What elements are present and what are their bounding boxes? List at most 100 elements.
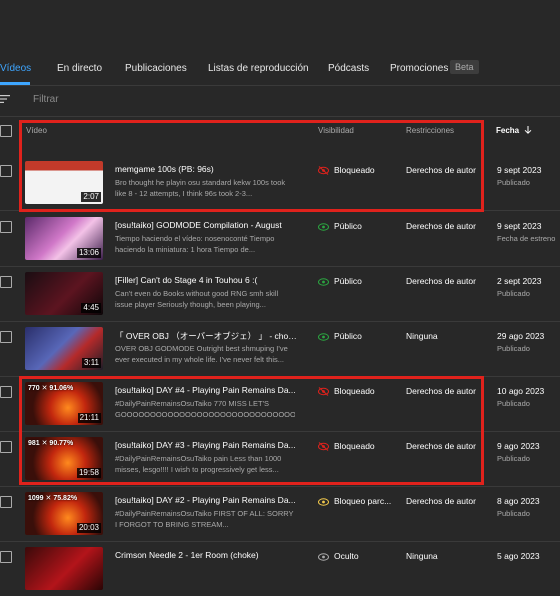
video-thumbnail[interactable]: 2:07 xyxy=(25,161,103,204)
date-cell: 29 ago 2023 xyxy=(497,331,545,341)
date-status: Publicado xyxy=(497,509,530,518)
tab-promotions[interactable]: Promociones xyxy=(390,63,448,74)
visibility-label: Bloqueado xyxy=(334,441,375,451)
visibility-cell[interactable]: Público xyxy=(318,221,362,231)
eye-icon xyxy=(318,221,334,231)
video-title[interactable]: [osu!taiko] DAY #3 - Playing Pain Remain… xyxy=(115,440,300,450)
date-status: Fecha de estreno xyxy=(497,234,556,243)
video-duration: 19:58 xyxy=(76,468,101,478)
beta-badge: Beta xyxy=(450,60,479,74)
filter-input[interactable]: Filtrar xyxy=(33,94,59,105)
row-checkbox[interactable] xyxy=(0,386,12,398)
video-title[interactable]: 「 OVER OBJ （オーバーオブジェ） 」 - choke... xyxy=(115,330,300,342)
table-row[interactable]: 770 ✕ 91.06% 21:11 [osu!taiko] DAY #4 - Pl… xyxy=(0,376,560,431)
select-all-checkbox[interactable] xyxy=(0,125,12,137)
column-video: Vídeo xyxy=(26,126,47,135)
video-thumbnail[interactable]: 4:45 xyxy=(25,272,103,315)
table-row[interactable]: 4:45 [Filler] Can't do Stage 4 in Touhou … xyxy=(0,266,560,321)
video-thumbnail[interactable]: 981 ✕ 90.77% 19:58 xyxy=(25,437,103,480)
visibility-label: Bloqueado xyxy=(334,165,375,175)
tab-podcasts[interactable]: Pódcasts xyxy=(328,63,369,74)
visibility-cell[interactable]: Bloqueado xyxy=(318,441,375,451)
video-duration: 3:11 xyxy=(82,358,101,368)
table-header: Vídeo Visibilidad Restricciones Fecha xyxy=(0,116,560,146)
visibility-label: Público xyxy=(334,331,362,341)
partial-block-icon xyxy=(318,496,334,506)
video-duration: 13:06 xyxy=(76,248,101,258)
table-row[interactable]: 981 ✕ 90.77% 19:58 [osu!taiko] DAY #3 - Pl… xyxy=(0,431,560,486)
visibility-cell[interactable]: Bloqueado xyxy=(318,386,375,396)
video-thumbnail[interactable]: 770 ✕ 91.06% 21:11 xyxy=(25,382,103,425)
row-checkbox[interactable] xyxy=(0,496,12,508)
video-duration: 4:45 xyxy=(81,303,101,313)
row-checkbox[interactable] xyxy=(0,221,12,233)
video-title[interactable]: [Filler] Can't do Stage 4 in Touhou 6 :( xyxy=(115,275,300,285)
video-description: #DailyPainRemainsOsuTaiko FIRST OF ALL: … xyxy=(115,509,294,529)
video-thumbnail[interactable]: 13:06 xyxy=(25,217,103,260)
restrictions-cell[interactable]: Derechos de autor xyxy=(406,386,476,396)
video-thumbnail[interactable]: 1099 ✕ 75.82% 20:03 xyxy=(25,492,103,535)
date-status: Publicado xyxy=(497,454,530,463)
tab-videos[interactable]: Vídeos xyxy=(0,63,31,74)
visibility-label: Público xyxy=(334,276,362,286)
visibility-cell[interactable]: Bloqueo parc... xyxy=(318,496,391,506)
visibility-cell[interactable]: Público xyxy=(318,331,362,341)
table-row[interactable]: 2:07 memgame 100s (PB: 96s) Bro thought he… xyxy=(0,155,560,210)
column-date[interactable]: Fecha xyxy=(496,126,532,135)
table-row[interactable]: 1099 ✕ 75.82% 20:03 [osu!taiko] DAY #2 - P… xyxy=(0,486,560,541)
video-duration: 20:03 xyxy=(76,523,101,533)
video-title[interactable]: memgame 100s (PB: 96s) xyxy=(115,164,300,174)
tab-playlists[interactable]: Listas de reproducción xyxy=(208,63,309,74)
arrow-down-icon xyxy=(525,126,532,134)
video-title[interactable]: [osu!taiko] DAY #4 - Playing Pain Remain… xyxy=(115,385,300,395)
column-date-label: Fecha xyxy=(496,126,520,135)
video-description xyxy=(115,563,295,585)
table-row[interactable]: 3:11 「 OVER OBJ （オーバーオブジェ） 」 - choke... OV… xyxy=(0,321,560,376)
video-thumbnail[interactable]: 3:11 xyxy=(25,327,103,370)
video-description: Can't even do Books without good RNG smh… xyxy=(115,289,279,309)
thumbnail-score: 770 ✕ 91.06% xyxy=(28,385,74,392)
restrictions-cell[interactable]: Ninguna xyxy=(406,331,438,341)
table-row[interactable]: Crimson Needle 2 - 1er Room (choke) Ocult… xyxy=(0,541,560,596)
video-title[interactable]: [osu!taiko] DAY #2 - Playing Pain Remain… xyxy=(115,495,300,505)
visibility-label: Bloqueado xyxy=(334,386,375,396)
date-cell: 9 sept 2023 xyxy=(497,221,542,231)
eye-icon xyxy=(318,331,334,341)
restrictions-cell[interactable]: Derechos de autor xyxy=(406,165,476,175)
video-title[interactable]: Crimson Needle 2 - 1er Room (choke) xyxy=(115,550,300,560)
row-checkbox[interactable] xyxy=(0,331,12,343)
video-thumbnail[interactable] xyxy=(25,547,103,590)
tab-posts[interactable]: Publicaciones xyxy=(125,63,187,74)
row-checkbox[interactable] xyxy=(0,441,12,453)
visibility-label: Público xyxy=(334,221,362,231)
table-row[interactable]: 13:06 [osu!taiko] GODMODE Compilation - A… xyxy=(0,211,560,266)
row-checkbox[interactable] xyxy=(0,165,12,177)
restrictions-cell[interactable]: Derechos de autor xyxy=(406,221,476,231)
date-status: Publicado xyxy=(497,289,530,298)
visibility-cell[interactable]: Bloqueado xyxy=(318,165,375,175)
column-restrictions: Restricciones xyxy=(406,126,455,135)
thumbnail-score: 981 ✕ 90.77% xyxy=(28,440,74,447)
visibility-cell[interactable]: Público xyxy=(318,276,362,286)
restrictions-cell[interactable]: Derechos de autor xyxy=(406,496,476,506)
column-visibility: Visibilidad xyxy=(318,126,354,135)
thumbnail-score: 1099 ✕ 75.82% xyxy=(28,495,78,502)
video-duration: 21:11 xyxy=(77,413,101,423)
eye-icon xyxy=(318,276,334,286)
video-duration: 2:07 xyxy=(81,192,101,202)
tab-live[interactable]: En directo xyxy=(57,63,102,74)
video-description: OVER OBJ GODMODE Outright best shmuping … xyxy=(115,344,288,364)
date-cell: 9 sept 2023 xyxy=(497,165,542,175)
filter-icon[interactable] xyxy=(0,94,10,104)
visibility-label: Bloqueo parc... xyxy=(334,496,392,506)
restrictions-cell[interactable]: Derechos de autor xyxy=(406,441,476,451)
video-description: Bro thought he playin osu standard kekw … xyxy=(115,178,286,198)
date-status: Publicado xyxy=(497,344,530,353)
restrictions-cell[interactable]: Derechos de autor xyxy=(406,276,476,286)
row-checkbox[interactable] xyxy=(0,551,12,563)
blocked-eye-icon xyxy=(318,165,334,175)
video-description: Tiempo haciendo el vídeo: nosenoconté Ti… xyxy=(115,234,275,254)
row-checkbox[interactable] xyxy=(0,276,12,288)
video-title[interactable]: [osu!taiko] GODMODE Compilation - August xyxy=(115,220,300,230)
date-cell: 8 ago 2023 xyxy=(497,496,540,506)
